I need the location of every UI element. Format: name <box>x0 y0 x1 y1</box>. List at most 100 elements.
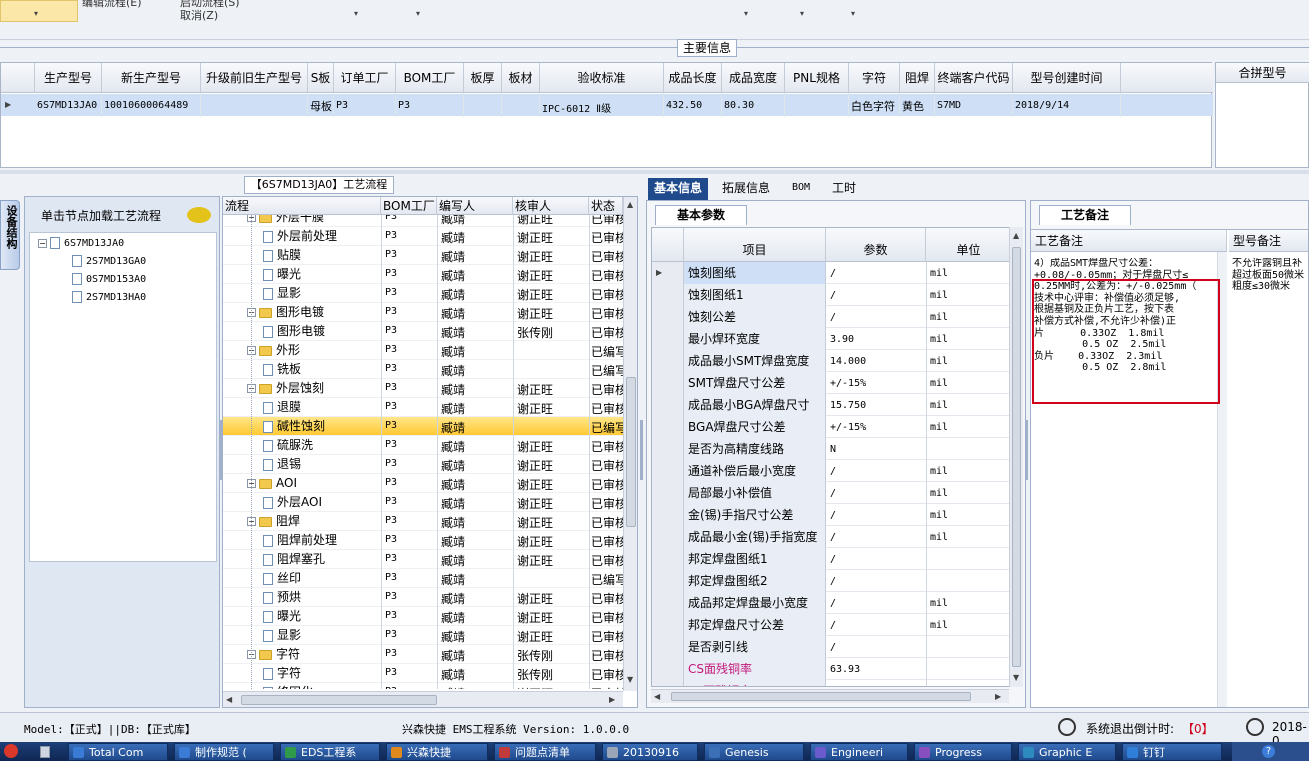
column-header[interactable]: 成品宽度 <box>722 63 785 93</box>
param-value[interactable]: 52.77 <box>830 686 924 687</box>
param-row[interactable]: 蚀刻公差 / mil <box>652 306 1010 328</box>
table-cell[interactable]: IPC-6012 Ⅱ级 <box>542 100 662 115</box>
param-row[interactable]: 邦定焊盘尺寸公差 / mil <box>652 614 1010 636</box>
param-row[interactable]: CS面残铜率 63.93 <box>652 658 1010 680</box>
splitter-grip[interactable] <box>640 420 643 480</box>
vertical-tab-equipment[interactable]: 设备结构 <box>0 200 20 270</box>
flow-step-name[interactable]: 铣板 <box>263 362 381 377</box>
param-value[interactable]: / <box>830 576 924 587</box>
flow-column-header[interactable]: 状态 <box>589 197 623 215</box>
params-column-header[interactable]: 参数 <box>826 228 926 262</box>
flow-row[interactable]: −外层干膜 P3 臧靖 谢正旺 已审核 <box>223 215 623 227</box>
column-header[interactable]: 成品长度 <box>664 63 722 93</box>
scroll-left-arrow[interactable]: ◀ <box>654 692 660 702</box>
table-cell[interactable]: S7MD <box>937 100 1011 111</box>
table-cell[interactable]: 黄色 <box>902 98 933 114</box>
taskbar-button[interactable]: Progress <box>914 743 1012 761</box>
param-row[interactable]: 通道补偿后最小宽度 / mil <box>652 460 1010 482</box>
row-header[interactable] <box>652 438 684 460</box>
menu-dropdown-arrow[interactable]: ▾ <box>34 9 38 19</box>
tree-node[interactable]: 0S7MD153A0 <box>72 273 146 285</box>
param-value[interactable]: / <box>830 554 924 565</box>
flow-row[interactable]: 硫脲洗 P3 臧靖 谢正旺 已审核 <box>223 436 623 455</box>
row-header[interactable] <box>652 372 684 394</box>
flow-column-header[interactable]: 流程 <box>223 197 381 215</box>
menu-item-cancel[interactable]: 取消(Z) <box>180 7 218 23</box>
row-header[interactable] <box>652 504 684 526</box>
chevron-down-icon[interactable]: ▾ <box>744 9 748 19</box>
param-row[interactable]: BGA焊盘尺寸公差 +/-15% mil <box>652 416 1010 438</box>
taskbar-button[interactable]: 兴森快捷 <box>386 743 488 761</box>
row-header[interactable] <box>652 636 684 658</box>
param-value[interactable]: 3.90 <box>830 334 924 345</box>
param-row[interactable]: 成品邦定焊盘最小宽度 / mil <box>652 592 1010 614</box>
flow-hscroll-thumb[interactable] <box>241 695 437 705</box>
params-tab[interactable]: 工时 <box>826 178 862 200</box>
params-section-tab[interactable]: 基本参数 <box>655 205 747 225</box>
flow-step-name[interactable]: 碱性蚀刻 <box>263 419 381 434</box>
column-header[interactable]: 订单工厂 <box>334 63 396 93</box>
chevron-down-icon[interactable]: ▾ <box>851 9 855 19</box>
flow-step-name[interactable]: 显影 <box>263 286 381 301</box>
table-cell[interactable]: 432.50 <box>666 100 720 111</box>
params-vscroll[interactable]: ▲ ▼ <box>1009 227 1023 687</box>
params-hscroll[interactable]: ◀ ▶ <box>651 689 1009 703</box>
flow-vscroll[interactable]: ▲ ▼ <box>623 197 637 691</box>
params-tab[interactable]: BOM <box>786 178 816 200</box>
param-value[interactable]: +/-15% <box>830 422 924 433</box>
param-row[interactable]: 是否剥引线 / <box>652 636 1010 658</box>
scroll-up-arrow[interactable]: ▲ <box>1013 231 1019 241</box>
param-value[interactable]: 63.93 <box>830 664 924 675</box>
flow-row[interactable]: 字符 P3 臧靖 张传刚 已审核 <box>223 664 623 683</box>
param-row[interactable]: ▶ 蚀刻图纸 / mil <box>652 262 1010 284</box>
param-value[interactable]: N <box>830 444 924 455</box>
flow-step-name[interactable]: 预烘 <box>263 590 381 605</box>
param-value[interactable]: 14.000 <box>830 356 924 367</box>
flow-step-name[interactable]: 曝光 <box>263 267 381 282</box>
param-value[interactable]: / <box>830 290 924 301</box>
flow-step-name[interactable]: 退锡 <box>263 457 381 472</box>
flow-row[interactable]: 丝印 P3 臧靖 已编写 <box>223 569 623 588</box>
flow-row[interactable]: −阻焊 P3 臧靖 谢正旺 已审核 <box>223 512 623 531</box>
param-row[interactable]: 金(锡)手指尺寸公差 / mil <box>652 504 1010 526</box>
flow-hscroll[interactable]: ◀ ▶ <box>223 691 623 707</box>
splitter-grip[interactable] <box>219 420 222 480</box>
flow-row[interactable]: 预烘 P3 臧靖 谢正旺 已审核 <box>223 588 623 607</box>
scroll-down-arrow[interactable]: ▼ <box>1013 673 1019 683</box>
row-header[interactable] <box>652 328 684 350</box>
row-header[interactable] <box>652 460 684 482</box>
flow-row[interactable]: 曝光 P3 臧靖 谢正旺 已审核 <box>223 265 623 284</box>
params-column-header[interactable]: 单位 <box>926 228 1010 262</box>
flow-row[interactable]: −图形电镀 P3 臧靖 谢正旺 已审核 <box>223 303 623 322</box>
tree-root[interactable]: −6S7MD13JA0 <box>38 237 124 249</box>
row-header[interactable] <box>652 592 684 614</box>
tree-node[interactable]: 2S7MD13HA0 <box>72 291 146 303</box>
flow-step-name[interactable]: 图形电镀 <box>263 324 381 339</box>
row-header[interactable] <box>652 482 684 504</box>
flow-row[interactable]: −外层蚀刻 P3 臧靖 谢正旺 已审核 <box>223 379 623 398</box>
flow-step-name[interactable]: 硫脲洗 <box>263 438 381 453</box>
param-row[interactable]: 蚀刻图纸1 / mil <box>652 284 1010 306</box>
tree-node[interactable]: 2S7MD13GA0 <box>72 255 146 267</box>
scroll-up-arrow[interactable]: ▲ <box>627 200 633 210</box>
scroll-right-arrow[interactable]: ▶ <box>995 692 1001 702</box>
column-header[interactable]: 验收标准 <box>540 63 664 93</box>
param-value[interactable]: / <box>830 268 924 279</box>
scroll-right-arrow[interactable]: ▶ <box>609 695 615 705</box>
row-header[interactable] <box>652 416 684 438</box>
flow-step-name[interactable]: − 字符 <box>247 647 381 662</box>
row-header[interactable] <box>652 570 684 592</box>
chevron-down-icon[interactable]: ▾ <box>354 9 358 19</box>
taskbar-button[interactable]: Genesis <box>704 743 804 761</box>
taskbar-button[interactable]: 钉钉 <box>1122 743 1222 761</box>
flow-row[interactable]: 退膜 P3 臧靖 谢正旺 已审核 <box>223 398 623 417</box>
row-header[interactable] <box>652 614 684 636</box>
scroll-down-arrow[interactable]: ▼ <box>627 675 633 685</box>
taskbar-button[interactable]: 制作规范 ( <box>174 743 274 761</box>
column-header[interactable]: S板 <box>308 63 334 93</box>
param-value[interactable]: / <box>830 466 924 477</box>
params-tab[interactable]: 基本信息 <box>648 178 709 200</box>
flow-step-name[interactable]: − 图形电镀 <box>247 305 381 320</box>
start-orb[interactable] <box>4 744 18 758</box>
flow-step-name[interactable]: 外层前处理 <box>263 229 381 244</box>
